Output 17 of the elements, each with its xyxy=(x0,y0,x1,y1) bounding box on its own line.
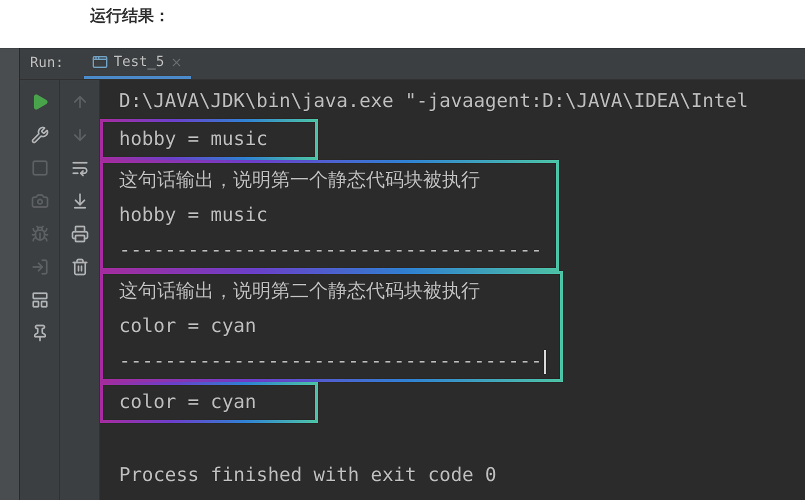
output-line: hobby = music xyxy=(119,127,268,152)
output-line: ------------------------------------- xyxy=(119,349,542,374)
section-heading: 运行结果： xyxy=(90,6,170,27)
output-line: color = cyan xyxy=(119,314,256,340)
output-line: 这句话输出，说明第二个静态代码块被执行 xyxy=(119,279,480,304)
wrench-icon[interactable] xyxy=(28,124,50,146)
text-cursor xyxy=(544,350,546,374)
output-line: hobby = music xyxy=(119,203,268,228)
exit-message: Process finished with exit code 0 xyxy=(119,463,496,488)
output-line: 这句话输出，说明第一个静态代码块被执行 xyxy=(119,168,480,194)
window-icon xyxy=(92,54,108,70)
run-label: Run: xyxy=(30,54,64,73)
output-line: ------------------------------------- xyxy=(119,238,542,264)
command-line: D:\JAVA\JDK\bin\java.exe "-javaagent:D:\JAVA\IDEA\Intel xyxy=(119,89,748,114)
close-icon[interactable] xyxy=(170,56,184,68)
print-icon[interactable] xyxy=(68,223,90,245)
output-line: color = cyan xyxy=(119,390,256,416)
